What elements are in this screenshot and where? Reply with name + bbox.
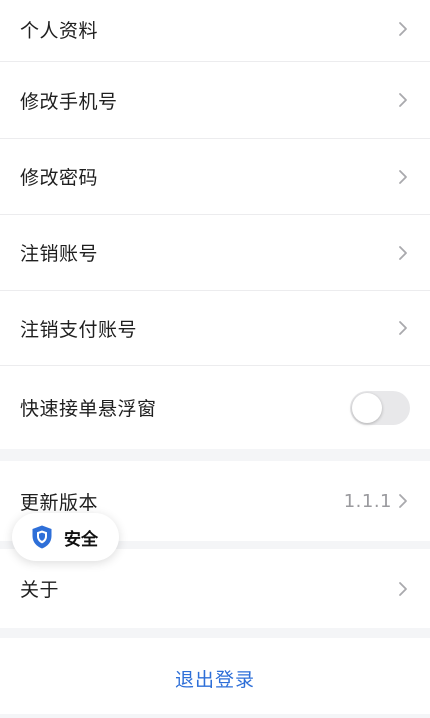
settings-group-account: 个人资料 修改手机号 修改密码 注销账号 注销支付账号 快速接单悬浮窗 bbox=[0, 0, 430, 449]
menu-item-cancel-payment-account-label: 注销支付账号 bbox=[20, 318, 138, 341]
version-value: 1.1.1 bbox=[343, 490, 392, 512]
settings-group-logout: 退出登录 bbox=[0, 638, 430, 714]
logout-button[interactable]: 退出登录 bbox=[0, 665, 430, 692]
security-badge-label: 安全 bbox=[64, 529, 98, 550]
chevron-right-icon bbox=[399, 22, 407, 36]
menu-item-cancel-account[interactable]: 注销账号 bbox=[0, 215, 430, 290]
menu-item-float-window: 快速接单悬浮窗 bbox=[0, 366, 430, 449]
menu-item-change-phone-label: 修改手机号 bbox=[20, 90, 118, 113]
chevron-right-icon bbox=[399, 581, 407, 596]
security-badge[interactable]: 安全 bbox=[12, 513, 119, 561]
menu-item-profile[interactable]: 个人资料 bbox=[0, 0, 430, 58]
menu-item-cancel-account-label: 注销账号 bbox=[20, 243, 99, 265]
chevron-right-icon bbox=[399, 169, 407, 184]
menu-item-update-version-label: 更新版本 bbox=[20, 491, 99, 514]
chevron-right-icon bbox=[399, 321, 407, 335]
menu-item-change-phone[interactable]: 修改手机号 bbox=[0, 62, 430, 138]
shield-icon bbox=[32, 525, 52, 549]
menu-item-profile-label: 个人资料 bbox=[20, 19, 99, 42]
menu-item-change-password-label: 修改密码 bbox=[20, 167, 99, 189]
chevron-right-icon bbox=[399, 245, 407, 260]
chevron-right-icon bbox=[399, 494, 407, 508]
menu-item-change-password[interactable]: 修改密码 bbox=[0, 139, 430, 214]
float-window-toggle[interactable] bbox=[350, 390, 410, 425]
menu-item-about-label: 关于 bbox=[20, 579, 60, 601]
toggle-knob bbox=[352, 392, 382, 423]
menu-item-float-window-label: 快速接单悬浮窗 bbox=[20, 398, 157, 420]
menu-item-cancel-payment-account[interactable]: 注销支付账号 bbox=[0, 291, 430, 365]
chevron-right-icon bbox=[399, 93, 407, 107]
